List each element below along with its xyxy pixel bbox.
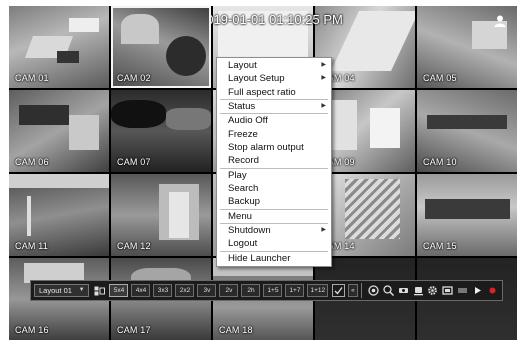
- submenu-arrow-icon: ▶: [321, 75, 326, 82]
- menu-item-label: Layout Setup: [228, 73, 285, 85]
- audio-icon[interactable]: [412, 284, 425, 298]
- menu-item-label: Record: [228, 155, 259, 167]
- display-icon[interactable]: [456, 284, 469, 298]
- split-button-1-7[interactable]: 1+7: [285, 284, 305, 297]
- menu-item-label: Freeze: [228, 128, 258, 140]
- split-button-1-5[interactable]: 1+5: [263, 284, 283, 297]
- camera-label: CAM 15: [423, 241, 457, 251]
- camera-tile-06[interactable]: CAM 06: [9, 90, 109, 172]
- record-icon[interactable]: [486, 284, 499, 298]
- camera-label: CAM 12: [117, 241, 151, 251]
- camera-tile-15[interactable]: CAM 15: [417, 174, 517, 256]
- camera-label: CAM 06: [15, 157, 49, 167]
- gear-icon[interactable]: [427, 284, 440, 298]
- collapse-launcher-button[interactable]: «: [347, 284, 358, 297]
- camera-label: CAM 07: [117, 157, 151, 167]
- split-button-2x2[interactable]: 2x2: [175, 284, 195, 297]
- launcher-bar: Layout 01 ▼ 5x4 4x4 3x3 2x2 3v 2v 2h 1+5…: [30, 280, 503, 301]
- submenu-arrow-icon: ▶: [321, 227, 326, 234]
- menu-item-status[interactable]: Status ▶: [217, 100, 331, 113]
- menu-item-label: Stop alarm output: [228, 142, 304, 154]
- camera-capture-icon[interactable]: [367, 284, 380, 298]
- split-button-1-12[interactable]: 1+12: [307, 284, 329, 297]
- split-button-3x3[interactable]: 3x3: [153, 284, 173, 297]
- menu-item-label: Hide Launcher: [228, 252, 291, 264]
- play-icon[interactable]: [471, 284, 484, 298]
- menu-item-label: Full aspect ratio: [228, 86, 296, 98]
- camera-label: CAM 05: [423, 73, 457, 83]
- split-button-5x4[interactable]: 5x4: [109, 284, 129, 297]
- layout-select-value: Layout 01: [39, 286, 72, 295]
- split-mode-buttons: 5x4 4x4 3x3 2x2 3v 2v 2h 1+5 1+7 1+12: [106, 284, 329, 297]
- toolbar-divider: [360, 283, 362, 298]
- camera-tile-07[interactable]: CAM 07: [111, 90, 211, 172]
- menu-item-layout-setup[interactable]: Layout Setup ▶: [217, 72, 331, 85]
- camera-tile-01[interactable]: CAM 01: [9, 6, 109, 88]
- menu-item-shutdown[interactable]: Shutdown ▶: [217, 224, 331, 237]
- menu-item-logout[interactable]: Logout: [217, 237, 331, 250]
- menu-item-play[interactable]: Play: [217, 169, 331, 182]
- camera-label: CAM 02: [117, 73, 151, 83]
- split-button-4x4[interactable]: 4x4: [131, 284, 151, 297]
- menu-item-freeze[interactable]: Freeze: [217, 128, 331, 141]
- layout-edit-icon[interactable]: [93, 284, 107, 298]
- menu-item-label: Search: [228, 183, 259, 195]
- menu-item-full-aspect-ratio[interactable]: Full aspect ratio: [217, 86, 331, 99]
- menu-item-label: Backup: [228, 196, 260, 208]
- submenu-arrow-icon: ▶: [321, 103, 326, 110]
- menu-item-label: Menu: [228, 210, 252, 222]
- menu-item-audio-off[interactable]: Audio Off: [217, 114, 331, 127]
- camera-tile-11[interactable]: CAM 11: [9, 174, 109, 256]
- camera-label: CAM 18: [219, 325, 253, 335]
- layout-select[interactable]: Layout 01 ▼: [34, 284, 89, 297]
- ptz-icon[interactable]: [397, 284, 410, 298]
- camera-label: CAM 01: [15, 73, 49, 83]
- chevron-down-icon: ▼: [78, 287, 85, 293]
- date-time-display: 2019-01-01 01:10:25 PM: [199, 12, 343, 27]
- context-menu: Layout ▶ Layout Setup ▶ Full aspect rati…: [216, 57, 332, 268]
- zoom-icon[interactable]: [382, 284, 395, 298]
- sequence-check-icon[interactable]: [331, 284, 345, 298]
- camera-label: CAM 16: [15, 325, 49, 335]
- split-button-2h[interactable]: 2h: [241, 284, 261, 297]
- camera-label: CAM 11: [15, 241, 49, 251]
- user-icon[interactable]: [493, 14, 507, 28]
- camera-tile-10[interactable]: CAM 10: [417, 90, 517, 172]
- menu-item-record[interactable]: Record: [217, 154, 331, 167]
- menu-item-layout[interactable]: Layout ▶: [217, 59, 331, 72]
- camera-label: CAM 17: [117, 325, 151, 335]
- menu-item-search[interactable]: Search: [217, 182, 331, 195]
- menu-item-backup[interactable]: Backup: [217, 195, 331, 208]
- menu-item-menu[interactable]: Menu: [217, 210, 331, 223]
- split-button-2v[interactable]: 2v: [219, 284, 239, 297]
- camera-label: CAM 10: [423, 157, 457, 167]
- split-button-3v[interactable]: 3v: [197, 284, 217, 297]
- menu-item-label: Play: [228, 169, 247, 181]
- submenu-arrow-icon: ▶: [321, 62, 326, 68]
- alarm-icon[interactable]: [441, 284, 454, 298]
- menu-item-label: Logout: [228, 238, 258, 250]
- menu-item-label: Shutdown: [228, 225, 271, 237]
- menu-item-label: Layout: [228, 60, 257, 71]
- menu-item-label: Audio Off: [228, 115, 268, 127]
- menu-item-label: Status: [228, 101, 256, 113]
- camera-tile-02[interactable]: CAM 02: [111, 6, 211, 88]
- menu-item-stop-alarm-output[interactable]: Stop alarm output: [217, 141, 331, 154]
- camera-tile-12[interactable]: CAM 12: [111, 174, 211, 256]
- menu-item-hide-launcher[interactable]: Hide Launcher: [217, 252, 331, 265]
